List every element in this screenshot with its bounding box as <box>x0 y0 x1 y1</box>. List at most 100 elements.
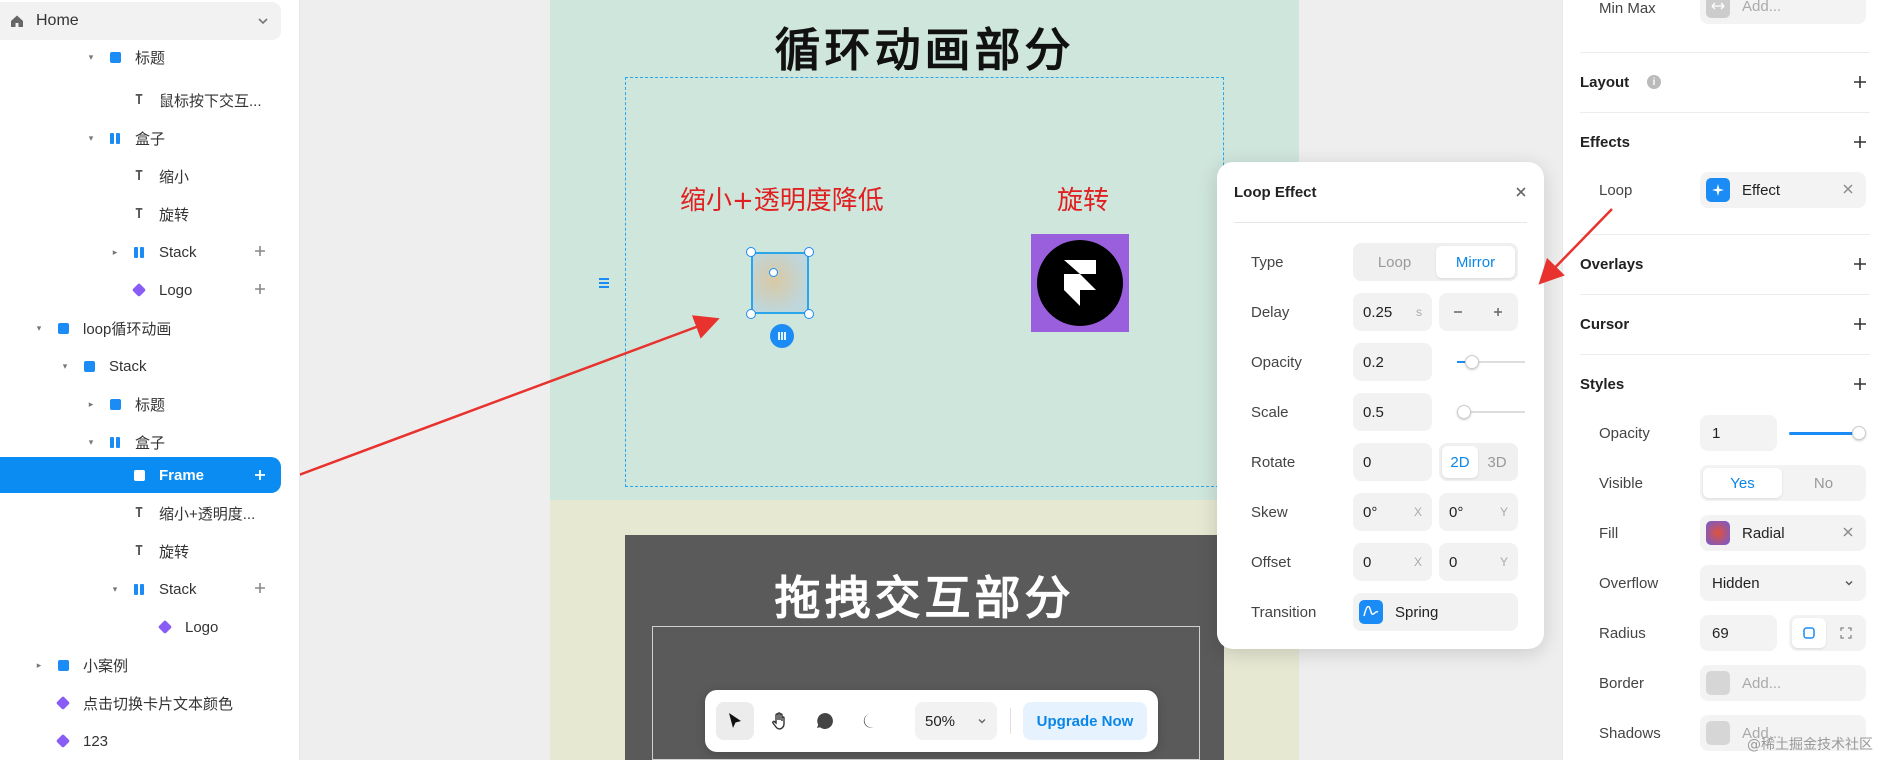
rotate-mode-2d[interactable]: 2D <box>1442 446 1478 478</box>
radius-input[interactable]: 69 <box>1700 615 1777 651</box>
offset-row: Offset 0 X 0 Y <box>1234 543 1527 581</box>
type-option-loop[interactable]: Loop <box>1356 246 1433 278</box>
caret-down-icon[interactable]: ▾ <box>108 582 122 596</box>
caret-right-icon[interactable]: ▸ <box>32 658 46 672</box>
slider-knob[interactable] <box>1465 355 1479 369</box>
layout-section-title: Layout <box>1580 74 1630 91</box>
visible-label: Visible <box>1599 475 1643 492</box>
scale-input[interactable]: 0.5 <box>1353 393 1432 431</box>
comment-tool-button[interactable] <box>806 702 844 740</box>
axis-y-label: Y <box>1499 555 1508 569</box>
caret-down-icon[interactable]: ▾ <box>84 435 98 449</box>
slider-knob[interactable] <box>1457 405 1471 419</box>
frame-icon <box>132 468 146 482</box>
layer-row[interactable]: ▾ Stack <box>0 572 281 606</box>
opacity-slider[interactable] <box>1789 426 1866 440</box>
layer-row[interactable]: Logo <box>0 610 281 644</box>
layer-row[interactable]: Logo <box>0 273 281 307</box>
add-layout-icon[interactable] <box>1853 75 1867 89</box>
upgrade-now-button[interactable]: Upgrade Now <box>1023 702 1147 740</box>
offset-x-input[interactable]: 0 X <box>1353 543 1432 581</box>
layer-row[interactable]: ▾ 盒子 <box>0 121 281 155</box>
opacity-slider[interactable] <box>1457 355 1525 369</box>
layer-row[interactable]: ▸ Stack <box>0 235 281 269</box>
rotate-mode-control: 2D 3D <box>1439 443 1518 481</box>
loop-effect-field[interactable]: Effect <box>1700 172 1866 208</box>
skew-y-input[interactable]: 0° Y <box>1439 493 1518 531</box>
caret-right-icon[interactable]: ▸ <box>84 397 98 411</box>
scale-slider[interactable] <box>1457 405 1525 419</box>
add-icon[interactable] <box>253 581 267 595</box>
slider-knob[interactable] <box>1852 426 1866 440</box>
layer-label: 标题 <box>135 49 166 67</box>
skew-x-value: 0° <box>1363 503 1378 521</box>
skew-x-input[interactable]: 0° X <box>1353 493 1432 531</box>
rotate-input[interactable]: 0 <box>1353 443 1432 481</box>
overflow-select[interactable]: Hidden <box>1700 565 1866 601</box>
layer-row[interactable]: ▸ 标题 <box>0 387 281 421</box>
decrement-button[interactable] <box>1443 299 1473 325</box>
add-icon[interactable] <box>253 282 267 296</box>
minmax-field[interactable]: Add... <box>1700 0 1866 24</box>
radius-uniform-option[interactable] <box>1792 618 1826 648</box>
caret-down-icon[interactable]: ▾ <box>84 50 98 64</box>
add-overlay-icon[interactable] <box>1853 257 1867 271</box>
info-icon[interactable]: i <box>1647 75 1661 89</box>
transition-row: Transition Spring <box>1234 593 1527 631</box>
radius-mode-control <box>1789 615 1866 651</box>
layer-row[interactable]: ▾ 盒子 <box>0 425 281 459</box>
radius-individual-option[interactable] <box>1829 618 1863 648</box>
offset-y-input[interactable]: 0 Y <box>1439 543 1518 581</box>
theme-toggle-button[interactable] <box>851 702 889 740</box>
minmax-label: Min Max <box>1599 0 1656 17</box>
radius-value: 69 <box>1712 624 1729 642</box>
cursor-section-title: Cursor <box>1580 316 1630 333</box>
fill-value: Radial <box>1742 524 1785 542</box>
transition-picker[interactable]: Spring <box>1353 593 1518 631</box>
layer-row[interactable]: T 缩小 <box>0 159 281 193</box>
border-field[interactable]: Add... <box>1700 665 1866 701</box>
caret-down-icon[interactable]: ▾ <box>84 131 98 145</box>
layer-row[interactable]: T 缩小+透明度... <box>0 496 281 530</box>
opacity-input[interactable]: 1 <box>1700 415 1777 451</box>
shadows-swatch <box>1706 721 1730 745</box>
rotate-mode-3d[interactable]: 3D <box>1479 446 1515 478</box>
layer-row[interactable]: ▸ 小案例 <box>0 648 281 682</box>
add-effect-icon[interactable] <box>1853 135 1867 149</box>
select-tool-button[interactable] <box>716 702 754 740</box>
stack-vertical-icon <box>108 435 122 449</box>
increment-button[interactable] <box>1483 299 1513 325</box>
caret-down-icon[interactable]: ▾ <box>32 321 46 335</box>
remove-icon[interactable] <box>1842 526 1854 538</box>
layer-row[interactable]: T 旋转 <box>0 534 281 568</box>
type-row: Type Loop Mirror <box>1234 243 1527 281</box>
delay-input[interactable]: 0.25 s <box>1353 293 1432 331</box>
layer-row[interactable]: T 鼠标按下交互... <box>0 83 281 117</box>
layer-label: 标题 <box>135 396 166 414</box>
opacity-input[interactable]: 0.2 <box>1353 343 1432 381</box>
add-cursor-icon[interactable] <box>1853 317 1867 331</box>
border-swatch <box>1706 671 1730 695</box>
layer-row[interactable]: 点击切换卡片文本颜色 <box>0 686 281 720</box>
layer-row-selected-frame[interactable]: Frame <box>0 457 281 493</box>
add-style-icon[interactable] <box>1853 377 1867 391</box>
remove-icon[interactable] <box>1842 183 1854 195</box>
home-page-selector[interactable]: Home <box>0 2 281 40</box>
layer-row[interactable]: ▾ Stack <box>0 349 281 383</box>
hand-tool-button[interactable] <box>761 702 799 740</box>
layer-row[interactable]: T 旋转 <box>0 197 281 231</box>
layer-row[interactable]: ▾ 标题 <box>0 45 281 69</box>
fill-field[interactable]: Radial <box>1700 515 1866 551</box>
minmax-icon <box>1706 0 1730 18</box>
visible-yes-option[interactable]: Yes <box>1703 468 1782 498</box>
layer-row[interactable]: 123 <box>0 724 281 758</box>
add-icon[interactable] <box>253 244 267 258</box>
visible-no-option[interactable]: No <box>1784 468 1863 498</box>
caret-down-icon[interactable]: ▾ <box>58 359 72 373</box>
zoom-dropdown[interactable]: 50% <box>915 702 997 740</box>
caret-right-icon[interactable]: ▸ <box>108 245 122 259</box>
layer-label: 123 <box>83 732 109 750</box>
add-icon[interactable] <box>253 468 267 482</box>
layer-label: 鼠标按下交互... <box>159 92 262 110</box>
layer-row[interactable]: ▾ loop循环动画 <box>0 311 281 345</box>
